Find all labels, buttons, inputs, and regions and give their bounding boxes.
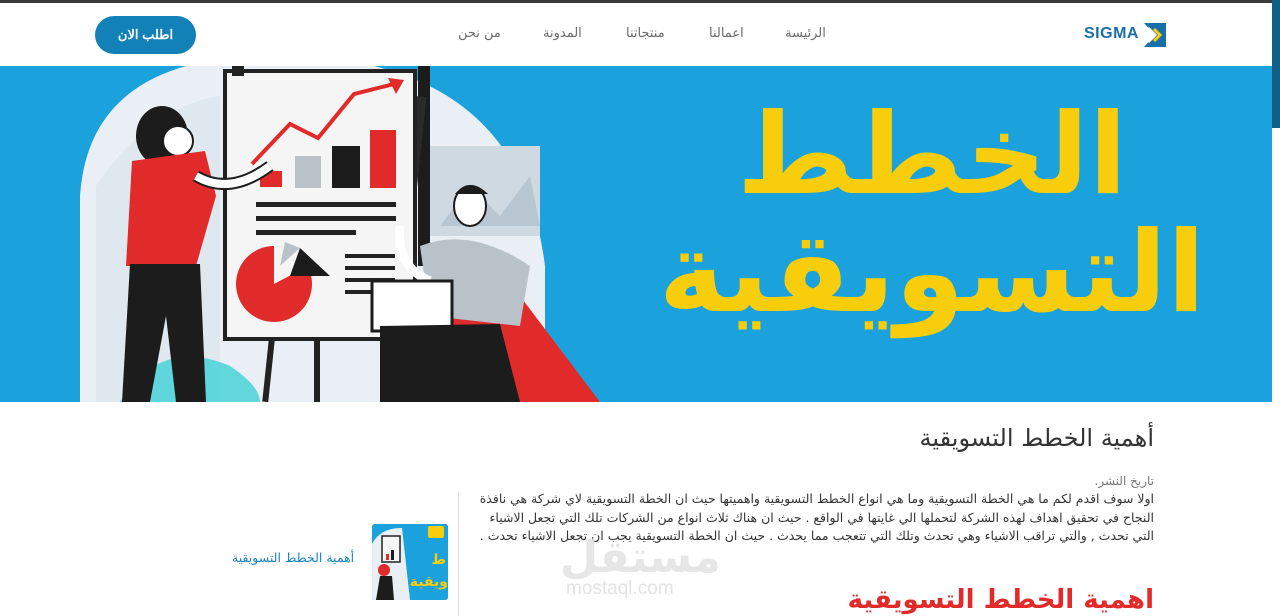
nav-blog[interactable]: المدونة xyxy=(543,26,582,41)
article-title: أهمية الخطط التسويقية xyxy=(919,424,1154,452)
related-post-thumbnail[interactable]: ط ويقية xyxy=(372,524,448,600)
hero-title-line2: التسويقية xyxy=(658,208,1206,338)
sidebar-divider xyxy=(458,492,459,616)
watermark-arabic: مستقل xyxy=(560,532,721,583)
related-thumb-text-1: ط xyxy=(431,552,446,568)
logo-chevron-icon xyxy=(1144,23,1166,47)
related-post-link[interactable]: أهمية الخطط التسويقية xyxy=(232,550,354,565)
site-header: SIGMA الرئيسة اعمالنا منتجاتنا المدونة م… xyxy=(0,3,1280,65)
hero-title-line1: الخطط xyxy=(736,90,1128,220)
nav-home[interactable]: الرئيسة xyxy=(785,26,826,41)
order-now-button[interactable]: اطلب الان xyxy=(95,16,196,54)
nav-about[interactable]: من نحن xyxy=(458,26,501,41)
watermark-latin: mostaql.com xyxy=(566,578,674,599)
hero-banner: الخطط التسويقية xyxy=(0,66,1272,402)
article-section: أهمية الخطط التسويقية تاريخ النشر. اولا … xyxy=(0,402,1272,616)
scrollbar-thumb[interactable] xyxy=(1272,0,1280,128)
logo-text: SIGMA xyxy=(1084,25,1139,42)
article-section-heading: اهمية الخطط التسويقية xyxy=(847,585,1154,615)
related-thumb-text-2: ويقية xyxy=(410,574,448,590)
mostaql-watermark: مستقل mostaql.com xyxy=(560,532,721,612)
nav-products[interactable]: منتجاتنا xyxy=(626,26,665,41)
related-thumb-illustration: ط ويقية xyxy=(372,524,448,600)
publish-date-label: تاريخ النشر. xyxy=(1094,474,1154,488)
site-logo[interactable]: SIGMA xyxy=(1084,20,1174,50)
nav-works[interactable]: اعمالنا xyxy=(709,26,744,41)
hero-title: الخطط التسويقية xyxy=(652,96,1212,332)
